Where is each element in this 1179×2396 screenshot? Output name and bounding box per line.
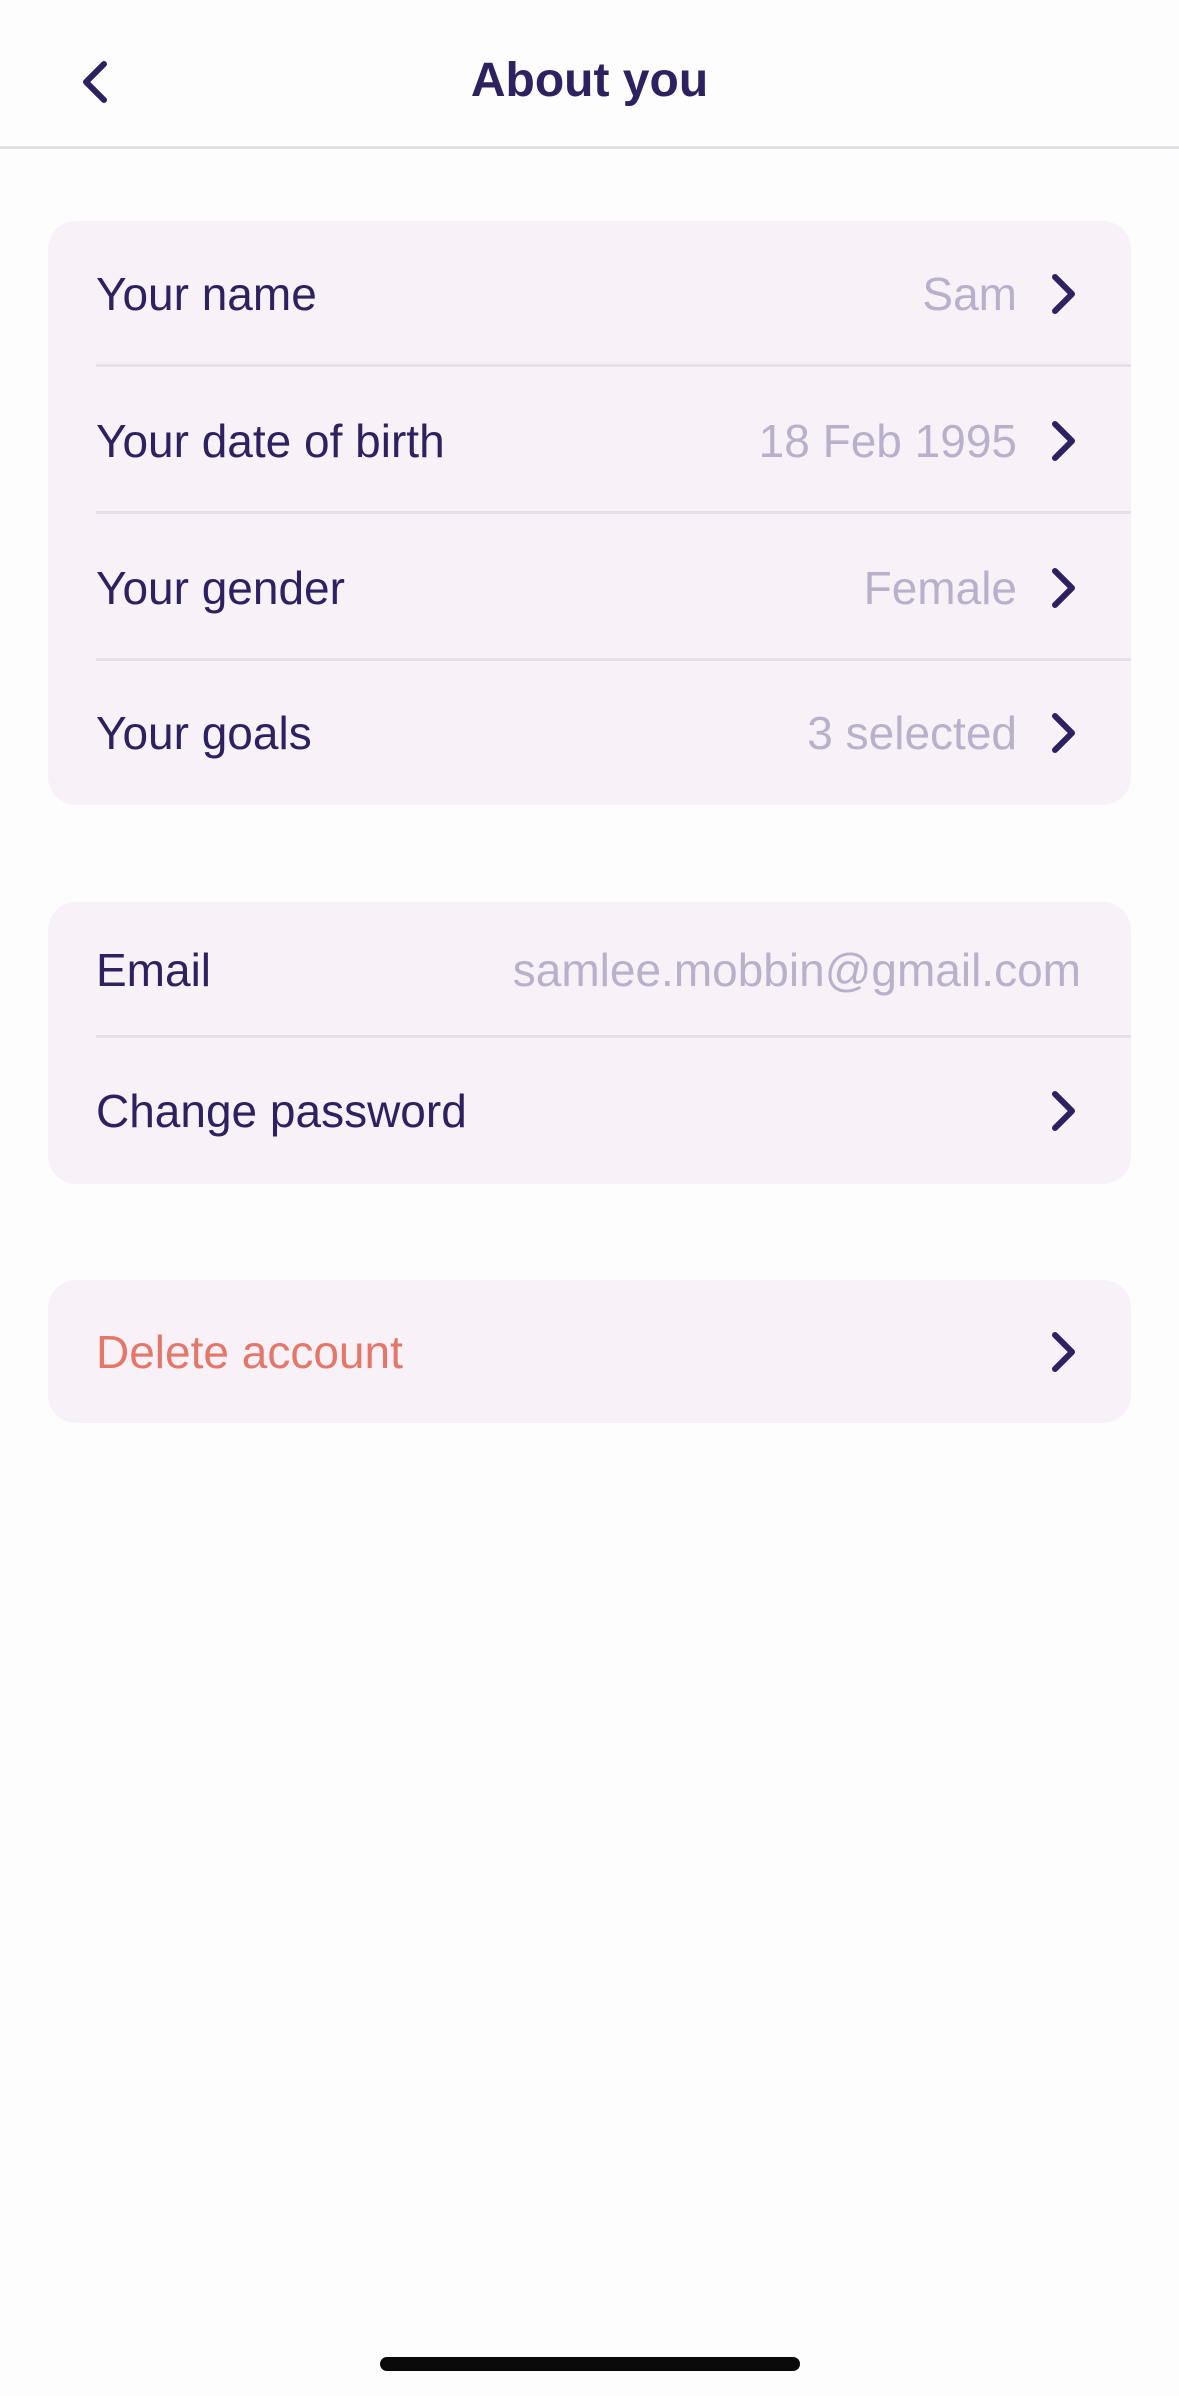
name-label: Your name	[96, 268, 317, 320]
change-password-label: Change password	[96, 1085, 467, 1137]
header-bar: About you	[0, 0, 1179, 149]
name-value: Sam	[922, 268, 1017, 320]
date-of-birth-row[interactable]: Your date of birth 18 Feb 1995	[48, 367, 1131, 514]
account-card: Email samlee.mobbin@gmail.com Change pas…	[48, 902, 1131, 1184]
email-label: Email	[96, 944, 212, 996]
chevron-right-icon	[1043, 1328, 1083, 1376]
chevron-right-icon	[1043, 270, 1083, 318]
email-value: samlee.mobbin@gmail.com	[512, 944, 1081, 996]
chevron-right-icon	[1043, 1087, 1083, 1135]
name-row[interactable]: Your name Sam	[48, 221, 1131, 367]
email-row: Email samlee.mobbin@gmail.com	[48, 902, 1131, 1038]
chevron-right-icon	[1043, 709, 1083, 757]
goals-value: 3 selected	[807, 707, 1017, 759]
gender-row[interactable]: Your gender Female	[48, 514, 1131, 661]
date-of-birth-label: Your date of birth	[96, 414, 445, 467]
home-indicator	[380, 2357, 800, 2371]
goals-label: Your goals	[96, 707, 312, 759]
gender-label: Your gender	[96, 561, 345, 614]
date-of-birth-value: 18 Feb 1995	[758, 414, 1017, 467]
chevron-right-icon	[1043, 564, 1083, 612]
page-title: About you	[470, 54, 709, 107]
delete-account-row[interactable]: Delete account	[48, 1280, 1131, 1423]
profile-card: Your name Sam Your date of birth 18 Feb …	[48, 221, 1131, 805]
change-password-row[interactable]: Change password	[48, 1038, 1131, 1184]
delete-account-label: Delete account	[96, 1325, 403, 1378]
chevron-right-icon	[1043, 417, 1083, 465]
gender-value: Female	[863, 561, 1017, 614]
goals-row[interactable]: Your goals 3 selected	[48, 661, 1131, 805]
delete-account-card: Delete account	[48, 1280, 1131, 1423]
